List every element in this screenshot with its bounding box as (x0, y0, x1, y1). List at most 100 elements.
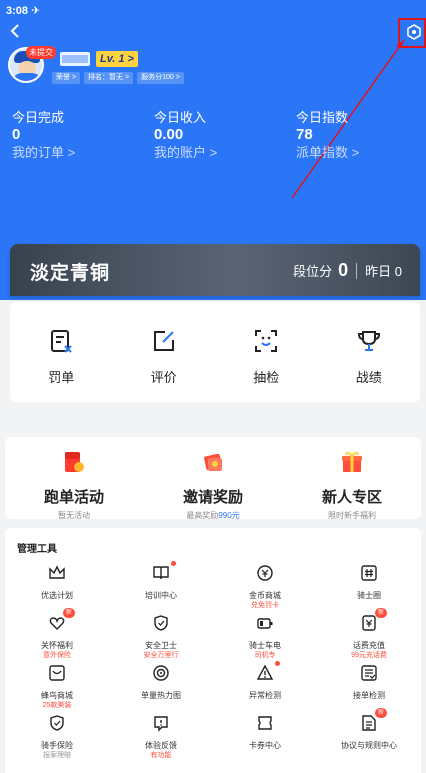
shield-icon (154, 615, 168, 631)
notification-dot (171, 561, 176, 566)
tool-label: 金币商城 (249, 591, 281, 600)
coin-icon (257, 565, 273, 581)
shield-check-icon (50, 715, 64, 731)
quick-action-label: 战绩 (355, 370, 382, 385)
tool-item[interactable]: 优选计划 (5, 564, 109, 614)
tool-item[interactable]: 新协议与规则中心 (317, 708, 421, 764)
tool-item[interactable]: 新话费充值 99元充话费 (317, 608, 421, 664)
level-badge[interactable]: Lv. 1 > (96, 51, 138, 67)
document-icon (362, 715, 376, 731)
stat-value: 0.00 (154, 126, 184, 143)
feedback-icon (154, 716, 168, 732)
phone-bill-icon (362, 615, 376, 631)
tool-label: 协议与规则中心 (341, 741, 397, 750)
coupon-icon (258, 716, 272, 730)
tool-item[interactable]: 骑士圈 (317, 564, 421, 614)
activity-title: 跑单活动 (43, 489, 104, 506)
divider (356, 262, 358, 279)
honor-chip[interactable]: 荣誉 > (52, 72, 81, 84)
tool-label: 话费充值 (353, 641, 385, 650)
rank-name: 淡定青铜 (30, 263, 111, 284)
stat-income[interactable]: 今日收入 0.00 我的账户 > (142, 110, 284, 162)
quick-action-label: 罚单 (48, 370, 75, 385)
tool-label: 骑士圈 (357, 591, 381, 600)
annotation-highlight-box (398, 18, 426, 48)
stat-link[interactable]: 我的账户 > (154, 144, 284, 162)
management-tools-card: 管理工具 优选计划 培训中心 金币商城 兑免罚卡 骑士圈新关怀福利 意外保险 安全卫士 安全万… (5, 528, 421, 773)
tool-item[interactable]: 新关怀福利 意外保险 (5, 608, 109, 664)
activity-title: 新人专区 (321, 489, 382, 506)
activity-title: 邀请奖励 (182, 489, 243, 506)
back-button[interactable] (8, 22, 22, 42)
activity-subtitle: 最高奖励990元 (144, 510, 282, 521)
heart-icon (49, 617, 65, 630)
stat-link[interactable]: 派单指数 > (296, 144, 426, 162)
quick-action-inspection[interactable]: 抽检 (215, 328, 318, 386)
activity-invite[interactable]: 邀请奖励 最高奖励990元 (144, 449, 282, 521)
quick-action-record[interactable]: 战绩 (318, 328, 421, 386)
tool-label: 安全卫士 (145, 641, 177, 650)
tool-item[interactable]: 培训中心 (109, 561, 213, 614)
stat-completed[interactable]: 今日完成 0 我的订单 > (0, 110, 142, 162)
stat-value: 0 (12, 126, 21, 143)
tool-item[interactable]: 骑士车电 司机专 (213, 614, 317, 664)
tool-item[interactable]: 蜂鸟商城 25款美装 (5, 664, 109, 714)
warning-icon (256, 664, 274, 680)
stat-index[interactable]: 今日指数 78 派单指数 > (284, 110, 426, 162)
section-title: 管理工具 (17, 544, 57, 555)
tool-sublabel: 意外保险 (43, 652, 71, 659)
activity-newcomer[interactable]: 新人专区 限时新手福利 (283, 449, 421, 521)
stat-label: 今日指数 (296, 110, 349, 125)
tool-label: 培训中心 (145, 591, 177, 600)
rank-yesterday: 昨日 0 (365, 264, 402, 279)
tool-label: 关怀福利 (41, 641, 73, 650)
quick-actions-card: 罚单 评价 抽检 战绩 (10, 302, 420, 402)
tool-item[interactable]: 体验反馈 有功能 (109, 714, 213, 764)
rank-card[interactable]: 淡定青铜 段位分 0 昨日 0 (10, 244, 420, 296)
header-banner: 3:08 ✈ 未提交 Lv. 1 > 荣誉 > 排名：暂无 > 服务分100 >… (0, 0, 426, 300)
gift-box-icon (342, 451, 362, 472)
gift-money-icon (204, 453, 222, 471)
rank-score: 0 (338, 260, 349, 280)
ranking-chip[interactable]: 排名：暂无 > (84, 72, 134, 84)
tool-label: 蜂鸟商城 (41, 691, 73, 700)
stat-label: 今日完成 (12, 110, 65, 125)
quick-action-review[interactable]: 评价 (113, 328, 216, 386)
quick-action-label: 评价 (150, 370, 177, 385)
quick-action-penalty[interactable]: 罚单 (10, 328, 113, 386)
stat-link[interactable]: 我的订单 > (12, 144, 142, 162)
target-icon (153, 665, 169, 681)
service-score-chip[interactable]: 服务分100 > (137, 72, 184, 84)
tool-item[interactable]: 接单检测 (317, 664, 421, 714)
edit-icon (153, 331, 174, 351)
quick-action-label: 抽检 (253, 370, 280, 385)
tool-label: 骑士车电 (249, 641, 281, 650)
tool-item[interactable]: 卡券中心 (213, 714, 317, 764)
tool-item[interactable]: 异常检测 (213, 661, 317, 714)
rank-score-label: 段位分 (293, 264, 333, 279)
checklist-icon (361, 665, 377, 681)
tool-item[interactable]: 安全卫士 安全万里行 (109, 614, 213, 664)
new-badge: 新 (375, 708, 388, 718)
hashtag-icon (361, 565, 377, 581)
tool-item[interactable]: 金币商城 兑免罚卡 (213, 564, 317, 614)
activity-subtitle: 暂无活动 (58, 511, 90, 520)
tool-sublabel: 司机专 (254, 652, 276, 659)
notification-dot (275, 661, 280, 666)
tool-item[interactable]: 单量热力图 (109, 664, 213, 714)
trophy-icon (357, 331, 380, 351)
chevron-left-icon (10, 24, 19, 38)
tool-label: 卡券中心 (249, 741, 281, 750)
red-packet-icon (65, 452, 84, 472)
activity-subtitle-highlight: 990元 (218, 511, 240, 520)
activity-subtitle-prefix: 最高奖励 (186, 511, 219, 520)
tool-label: 优选计划 (41, 591, 73, 600)
tool-item[interactable]: 骑手保险 报案理赔 (5, 714, 109, 764)
crown-icon (49, 565, 65, 579)
activity-running[interactable]: 跑单活动 暂无活动 (5, 449, 143, 521)
activities-card: 跑单活动 暂无活动 邀请奖励 最高奖励990元 新人专区 限时新手福利 (5, 437, 421, 521)
ticket-icon (51, 330, 72, 353)
scan-face-icon (255, 330, 278, 352)
stat-value: 78 (296, 126, 313, 143)
tool-sublabel: 兑免罚卡 (251, 602, 279, 609)
